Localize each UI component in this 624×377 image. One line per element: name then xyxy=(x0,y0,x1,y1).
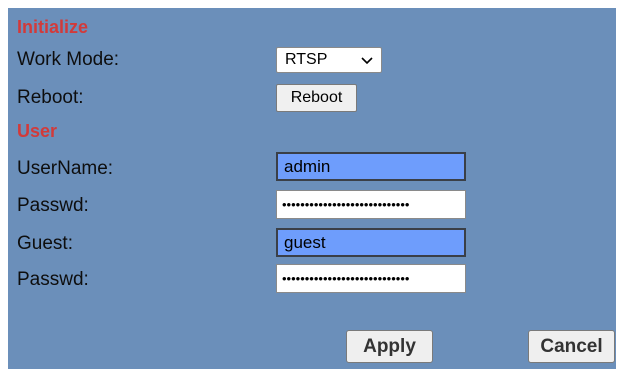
guest-password-label: Passwd: xyxy=(17,269,89,290)
chevron-down-icon xyxy=(361,57,373,65)
reboot-label: Reboot: xyxy=(17,87,84,108)
username-label: UserName: xyxy=(17,158,114,179)
reboot-button[interactable]: Reboot xyxy=(276,84,357,112)
section-title-user: User xyxy=(17,121,58,141)
work-mode-select[interactable]: RTSP xyxy=(276,47,382,73)
cancel-button[interactable]: Cancel xyxy=(528,330,615,363)
username-input[interactable]: admin xyxy=(276,152,466,181)
password-label: Passwd: xyxy=(17,195,89,216)
work-mode-label: Work Mode: xyxy=(17,49,120,70)
apply-button[interactable]: Apply xyxy=(346,330,433,363)
guest-password-input[interactable]: •••••••••••••••••••••••••••• xyxy=(276,264,466,293)
password-input[interactable]: •••••••••••••••••••••••••••• xyxy=(276,190,466,219)
guest-label: Guest: xyxy=(17,233,73,254)
settings-panel: Initialize Work Mode: RTSP Reboot: Reboo… xyxy=(8,8,616,369)
guest-input[interactable]: guest xyxy=(276,228,466,257)
work-mode-value: RTSP xyxy=(285,51,328,68)
section-title-initialize: Initialize xyxy=(17,17,89,37)
